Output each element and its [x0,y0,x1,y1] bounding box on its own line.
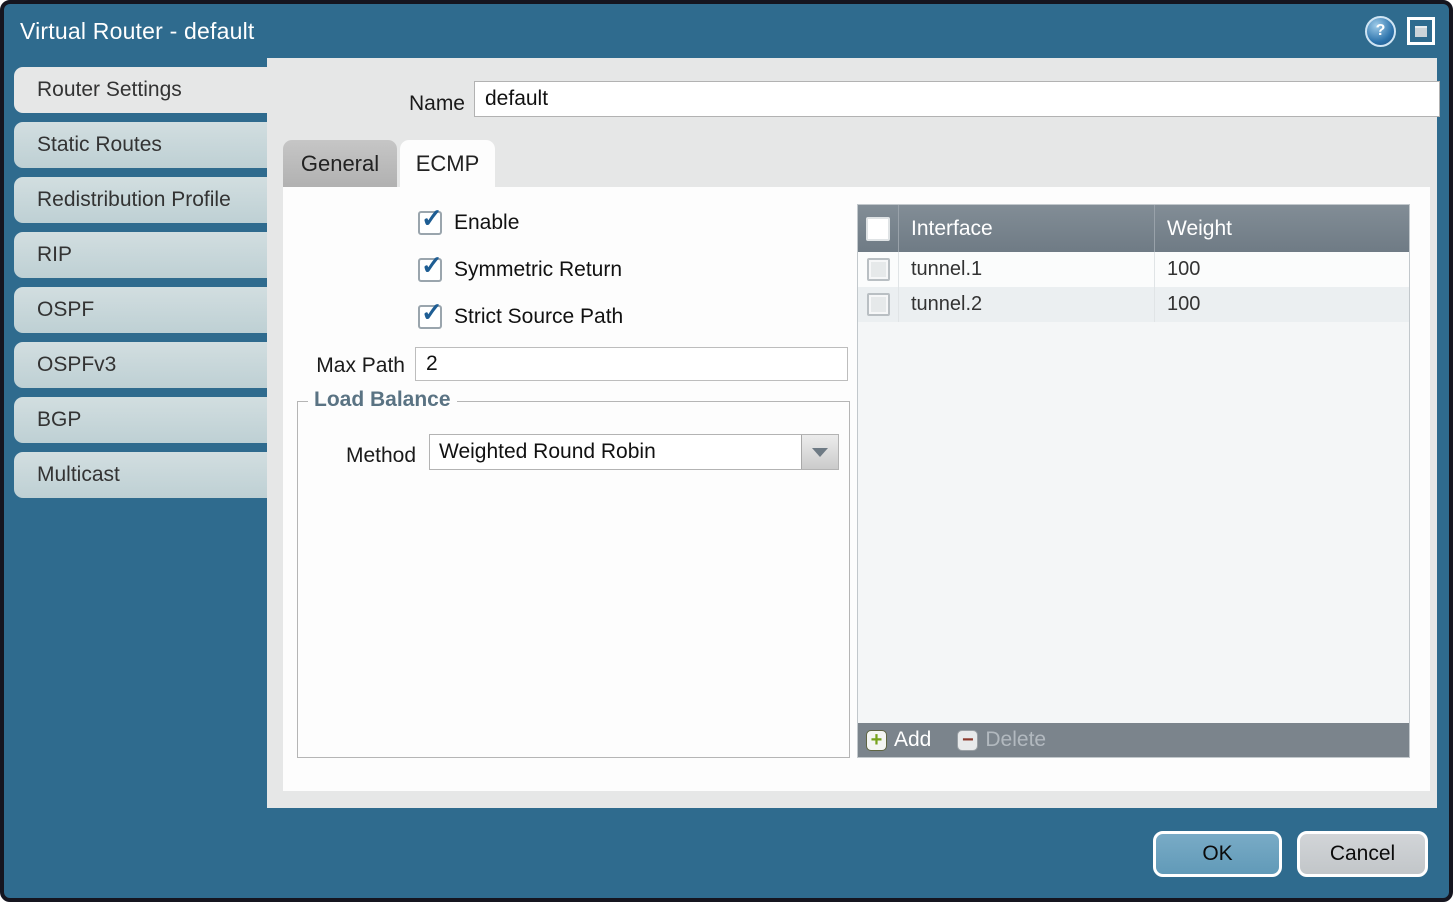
name-label: Name [307,86,465,122]
add-icon: + [866,730,887,751]
chevron-down-icon [812,448,828,457]
sidebar-item-label: Redistribution Profile [37,188,231,212]
table-header: Interface Weight [858,205,1409,252]
cell-interface: tunnel.1 [899,252,1155,287]
header-checkbox-cell [858,205,899,252]
symmetric-return-checkbox[interactable]: ✓ [418,258,442,282]
column-header-weight[interactable]: Weight [1155,205,1409,252]
help-icon[interactable]: ? [1365,16,1396,47]
sidebar-item-label: OSPFv3 [37,353,116,377]
restore-window-icon[interactable] [1407,17,1435,45]
sidebar-item-router-settings[interactable]: Router Settings [14,67,267,113]
column-header-interface[interactable]: Interface [899,205,1155,252]
sidebar-item-multicast[interactable]: Multicast [14,452,267,498]
symmetric-return-label: Symmetric Return [454,258,622,282]
name-input[interactable] [474,81,1440,117]
enable-label: Enable [454,211,519,235]
max-path-label: Max Path [283,349,405,383]
help-glyph: ? [1376,22,1386,40]
dialog-title: Virtual Router - default [4,18,255,45]
row-checkbox-cell [858,252,899,287]
add-button[interactable]: + Add [866,728,931,752]
ok-button[interactable]: OK [1153,831,1282,877]
titlebar: Virtual Router - default ? [4,4,1449,58]
strict-source-path-checkbox[interactable]: ✓ [418,305,442,329]
table-row[interactable]: tunnel.2 100 [858,287,1409,322]
sidebar-item-bgp[interactable]: BGP [14,397,267,443]
sidebar-item-label: Multicast [37,463,120,487]
interface-table: Interface Weight tunnel.1 100 tunnel.2 1… [857,204,1410,758]
cell-weight: 100 [1155,287,1409,322]
sidebar: Router Settings Static Routes Redistribu… [4,58,267,898]
virtual-router-dialog: Virtual Router - default ? Router Settin… [0,0,1453,902]
load-balance-group: Load Balance Method Weighted Round Robin [297,401,850,758]
row-checkbox-cell [858,287,899,322]
delete-label: Delete [985,728,1046,752]
table-footer: + Add − Delete [858,723,1409,757]
restore-glyph [1415,26,1427,37]
method-label: Method [298,438,416,474]
strict-source-path-row: ✓ Strict Source Path [418,303,623,331]
load-balance-legend: Load Balance [308,388,457,412]
cancel-button[interactable]: Cancel [1297,831,1428,877]
tab-label: ECMP [416,151,480,177]
ecmp-panel: ✓ Enable ✓ Symmetric Return ✓ Strict Sou… [283,187,1430,791]
delete-button[interactable]: − Delete [957,728,1046,752]
tab-ecmp[interactable]: ECMP [400,140,495,187]
enable-checkbox[interactable]: ✓ [418,211,442,235]
select-all-checkbox[interactable] [866,217,890,241]
sidebar-item-label: Static Routes [37,133,162,157]
sidebar-item-label: BGP [37,408,81,432]
checkmark-icon: ✓ [421,205,443,231]
checkmark-icon: ✓ [421,252,443,278]
sidebar-item-static-routes[interactable]: Static Routes [14,122,267,168]
symmetric-return-row: ✓ Symmetric Return [418,256,622,284]
tab-general[interactable]: General [283,140,397,187]
row-checkbox[interactable] [867,258,890,281]
sidebar-item-label: OSPF [37,298,94,322]
table-row[interactable]: tunnel.1 100 [858,252,1409,287]
delete-icon: − [957,730,978,751]
sidebar-item-ospf[interactable]: OSPF [14,287,267,333]
add-label: Add [894,728,931,752]
sidebar-item-rip[interactable]: RIP [14,232,267,278]
tab-label: General [301,151,379,177]
strict-source-path-label: Strict Source Path [454,305,623,329]
enable-row: ✓ Enable [418,209,519,237]
checkmark-icon: ✓ [421,299,443,325]
table-empty-area [858,322,1409,723]
dropdown-arrow-button[interactable] [801,435,838,469]
sidebar-item-label: Router Settings [37,78,182,102]
max-path-input[interactable] [415,347,848,381]
content-panel: Name General ECMP ✓ Enable ✓ Symmetric R… [267,58,1437,808]
method-value: Weighted Round Robin [430,435,801,469]
sidebar-item-label: RIP [37,243,72,267]
cell-weight: 100 [1155,252,1409,287]
row-checkbox[interactable] [867,293,890,316]
titlebar-icons: ? [1365,16,1449,47]
cell-interface: tunnel.2 [899,287,1155,322]
method-dropdown[interactable]: Weighted Round Robin [429,434,839,470]
sidebar-item-ospfv3[interactable]: OSPFv3 [14,342,267,388]
sidebar-item-redistribution-profile[interactable]: Redistribution Profile [14,177,267,223]
